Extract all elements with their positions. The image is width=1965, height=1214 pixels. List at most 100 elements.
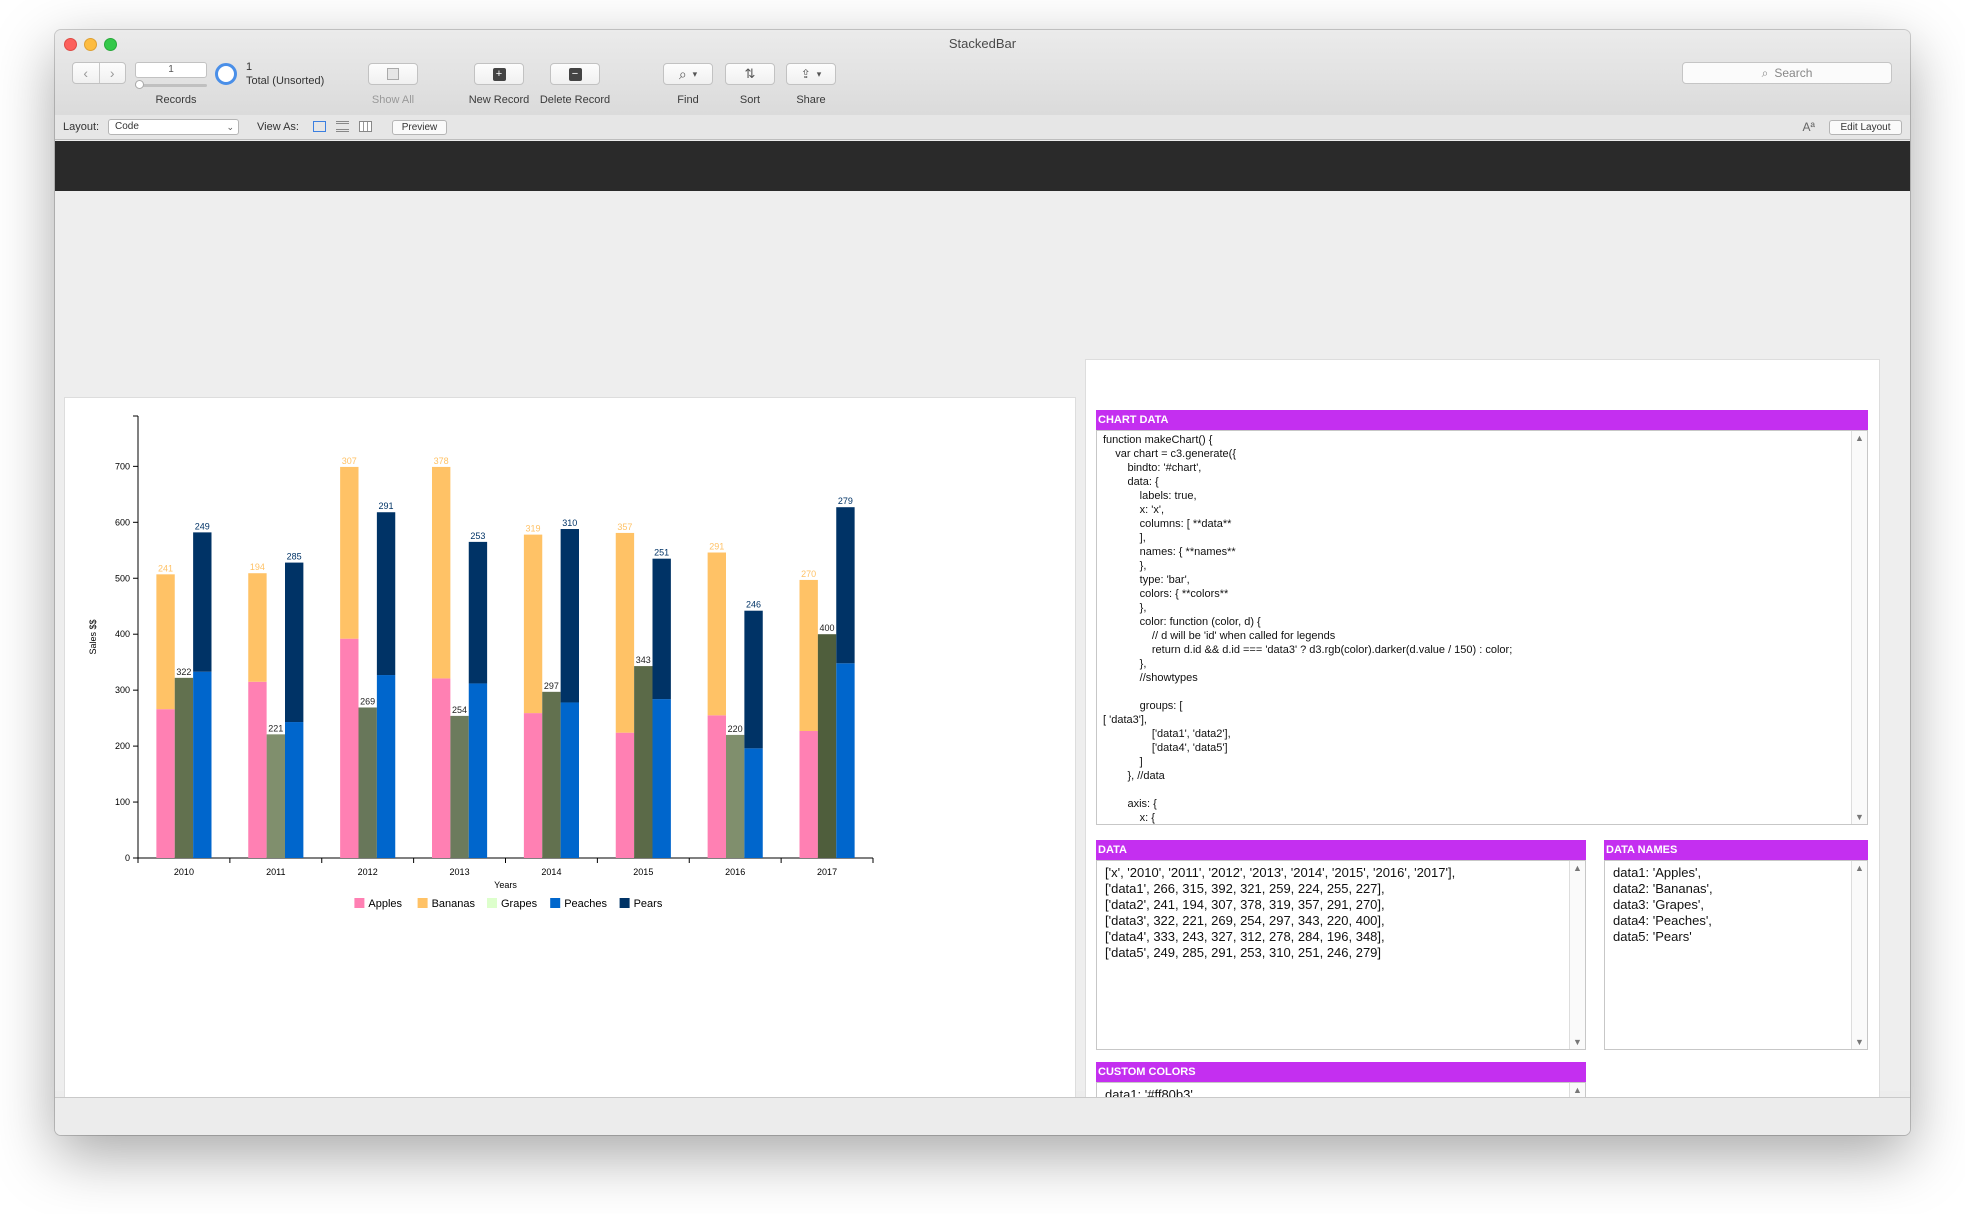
x-tick-label: 2015 [633,867,653,877]
edit-layout-button[interactable]: Edit Layout [1829,120,1902,135]
chevron-down-icon[interactable]: ▾ [817,69,822,80]
sort-icon: ⇅ [744,66,756,81]
data-label-grapes: 400 [820,623,835,633]
window-title: StackedBar [948,36,1017,51]
chevron-down-icon[interactable]: ▾ [693,69,698,80]
show-all-icon [387,68,399,80]
bar-pears [193,532,212,672]
find-button[interactable]: ⌕ ▾ [663,63,713,85]
data-names-header: DATA NAMES [1604,840,1868,860]
bar-apples [615,732,635,858]
bar-bananas [340,466,359,639]
chevron-left-icon[interactable]: ‹ [73,65,99,81]
delete-record-button[interactable]: − [550,63,600,85]
bar-peaches [560,702,579,858]
data-names-field[interactable]: data1: 'Apples', data2: 'Bananas', data3… [1604,860,1868,1050]
bar-apples [523,713,543,858]
legend-swatch-apples [354,898,365,908]
record-slider[interactable] [135,84,207,87]
data-label-bananas: 378 [434,456,449,466]
bar-peaches [193,671,212,858]
magnifier-icon: ⌕ [678,65,687,82]
data-label-pears: 251 [654,548,669,558]
chart-data-field[interactable]: function makeChart() { var chart = c3.ge… [1096,430,1868,825]
data-label-grapes: 343 [636,655,651,665]
bar-peaches [376,675,396,858]
bar-apples [432,678,451,858]
sort-label: Sort [739,94,761,106]
search-input[interactable]: ⌕ Search [1682,62,1892,84]
data-label-grapes: 322 [176,667,191,677]
y-tick-label: 600 [115,517,130,527]
x-tick-label: 2016 [725,867,745,877]
bar-pears [652,558,671,700]
fields-panel: CHART DATA function makeChart() { var ch… [1085,359,1880,1135]
list-view-icon[interactable] [336,121,349,132]
share-button[interactable]: ⇪ ▾ [786,63,836,85]
legend-label-grapes: Grapes [501,898,538,910]
bar-pears [744,610,763,749]
table-view-icon[interactable] [359,121,372,132]
x-tick-label: 2013 [450,867,470,877]
toolbar: StackedBar ‹ › 1 Records 1 Total (Unsort… [55,30,1910,125]
bar-apples [156,709,175,858]
data-label-bananas: 194 [250,562,265,572]
bar-grapes [450,715,469,858]
find-label: Find [677,94,699,106]
preview-button[interactable]: Preview [392,120,447,135]
scrollbar[interactable]: ▲▼ [1569,861,1585,1049]
data-names-text: data1: 'Apples', data2: 'Bananas', data3… [1613,865,1713,944]
current-record-field[interactable]: 1 [135,62,207,78]
bar-grapes [817,634,837,858]
data-label-pears: 310 [562,518,577,528]
data-label-pears: 253 [470,531,485,541]
data-label-pears: 246 [746,600,761,610]
custom-colors-header: CUSTOM COLORS [1096,1062,1586,1082]
new-record-button[interactable]: + [474,63,524,85]
data-text: ['x', '2010', '2011', '2012', '2013', '2… [1105,865,1456,960]
text-format-icon[interactable]: Aª [1803,120,1815,134]
form-view-icon[interactable] [313,121,326,132]
bar-bananas [615,532,635,733]
found-set-pie-icon [215,63,237,85]
x-axis-label: Years [494,880,517,890]
bar-grapes [542,691,561,858]
y-tick-label: 0 [125,853,130,863]
scrollbar[interactable]: ▲▼ [1851,861,1867,1049]
show-all-label: Show All [371,94,415,106]
bar-peaches [744,748,763,858]
app-window: StackedBar ‹ › 1 Records 1 Total (Unsort… [55,30,1910,1135]
data-label-bananas: 291 [709,542,724,552]
legend-label-pears: Pears [634,898,663,910]
x-tick-label: 2011 [266,867,285,877]
sort-button[interactable]: ⇅ [725,63,775,85]
bar-bananas [799,579,818,731]
x-tick-label: 2010 [174,867,194,877]
chevron-right-icon[interactable]: › [100,65,126,81]
show-all-button[interactable] [368,63,418,85]
y-tick-label: 200 [115,741,130,751]
layout-bar: Layout: Code ⌄ View As: Preview Aª Edit … [55,115,1910,140]
y-axis-label: Sales $$ [88,619,98,654]
data-field[interactable]: ['x', '2010', '2011', '2012', '2013', '2… [1096,860,1586,1050]
chevron-down-icon: ⌄ [226,122,234,132]
layout-select[interactable]: Code ⌄ [108,119,239,135]
chart-web-viewer: 0 100 200 300 400 500 600 700 2010 2011 2012 2013 20… [64,397,1076,1115]
y-tick-label: 400 [115,629,130,639]
data-label-bananas: 307 [342,456,357,466]
bar-peaches [836,663,855,858]
record-nav-buttons[interactable]: ‹ › [72,62,126,84]
bar-pears [836,507,855,664]
share-icon: ⇪ [800,67,811,81]
bar-grapes [634,666,653,858]
data-label-pears: 285 [287,552,302,562]
new-record-label: New Record [468,94,530,106]
record-slider-knob[interactable] [135,80,144,89]
delete-record-label: Delete Record [539,94,611,106]
scrollbar[interactable]: ▲▼ [1851,431,1867,824]
data-label-grapes: 254 [452,705,467,715]
found-status: Total (Unsorted) [246,75,325,87]
bar-grapes [358,707,377,858]
legend-label-apples: Apples [368,898,402,910]
data-label-grapes: 221 [268,723,283,733]
